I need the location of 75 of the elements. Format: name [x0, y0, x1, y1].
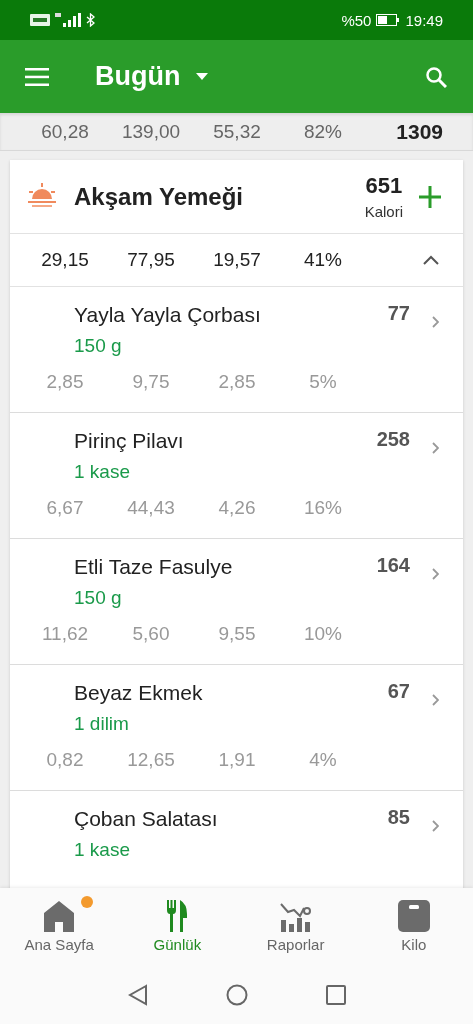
chevron-icon [432, 316, 439, 328]
chevron-icon [432, 568, 439, 580]
chevron-icon[interactable] [423, 255, 439, 265]
nav-tab[interactable]: Raporlar [236, 888, 355, 965]
food-macro: 6,67 [45, 497, 85, 519]
food-quantity: 1 kase [74, 839, 131, 861]
food-name: Beyaz Ekmek [74, 681, 203, 705]
food-quantity: 150 g [74, 335, 123, 357]
food-quantity: 1 kase [74, 461, 131, 483]
battery-icon [376, 14, 401, 26]
food-row[interactable]: Pirinç Pilavı 258 1 kase 6,67 44,43 4,26 16% [10, 413, 463, 539]
meal-total: 29,15 [40, 249, 90, 271]
chevron-icon [432, 694, 439, 706]
food-quantity: 1 dilim [74, 713, 130, 735]
meal-calories: 651 [365, 173, 403, 199]
nav-tab[interactable]: Kilo [354, 888, 473, 965]
meal-total: 77,95 [126, 249, 176, 271]
food-macro: 4% [308, 749, 338, 771]
food-row[interactable]: Etli Taze Fasulye 164 150 g 11,62 5,60 9,55 10% [10, 539, 463, 665]
food-macro: 2,85 [217, 371, 257, 393]
summary-value: 82% [303, 120, 343, 143]
bluetooth-icon [86, 13, 95, 27]
home-button-icon[interactable] [225, 983, 248, 1006]
summary-value: 139,00 [120, 120, 182, 143]
food-calories: 77 [387, 301, 410, 325]
chart-icon [279, 902, 312, 932]
signal-icon [55, 13, 81, 27]
battery-percent: %50 [341, 11, 372, 29]
volte-icon [30, 14, 50, 26]
menu-icon[interactable] [25, 67, 49, 86]
chevron-icon [432, 820, 439, 832]
food-calories: 258 [376, 427, 410, 451]
food-macro: 9,75 [131, 371, 171, 393]
food-calories: 67 [387, 679, 410, 703]
meal-total: 19,57 [212, 249, 262, 271]
food-macro: 12,65 [126, 749, 176, 771]
nav-tab[interactable]: Ana Sayfa [0, 888, 119, 965]
meal-total: 41% [303, 249, 343, 271]
home-icon [43, 900, 76, 932]
food-macro: 16% [303, 497, 343, 519]
caret-icon[interactable] [196, 73, 209, 80]
fork-knife-icon [166, 900, 189, 932]
food-macro: 44,43 [126, 497, 176, 519]
add-icon[interactable] [419, 185, 441, 208]
date-selector[interactable]: Bugün [95, 61, 181, 92]
search-icon[interactable] [425, 65, 447, 88]
food-macro: 0,82 [45, 749, 85, 771]
food-macro: 1,91 [217, 749, 257, 771]
food-calories: 85 [387, 805, 410, 829]
food-calories: 164 [376, 553, 410, 577]
food-macro: 11,62 [40, 623, 90, 645]
food-macro: 10% [303, 623, 343, 645]
nav-tab[interactable]: Günlük [118, 888, 237, 965]
scale-icon [397, 900, 430, 932]
summary-value: 55,32 [212, 120, 262, 143]
food-name: Pirinç Pilavı [74, 429, 184, 453]
food-name: Çoban Salatası [74, 807, 218, 831]
back-icon[interactable] [127, 983, 148, 1006]
food-name: Yayla Yayla Çorbası [74, 303, 261, 327]
food-macro: 9,55 [217, 623, 257, 645]
food-macro: 5% [308, 371, 338, 393]
recents-icon[interactable] [325, 984, 346, 1005]
food-row[interactable]: Yayla Yayla Çorbası 77 150 g 2,85 9,75 2,85 5% [10, 287, 463, 413]
food-row[interactable]: Beyaz Ekmek 67 1 dilim 0,82 12,65 1,91 4% [10, 665, 463, 791]
summary-value: 60,28 [40, 120, 90, 143]
clock: 19:49 [405, 11, 443, 29]
total-calories: 1309 [396, 119, 443, 144]
meal-title: Akşam Yemeği [74, 182, 243, 211]
food-macro: 2,85 [45, 371, 85, 393]
calories-label: Kalori [364, 203, 403, 220]
food-quantity: 150 g [74, 587, 123, 609]
chevron-icon [432, 442, 439, 454]
food-macro: 4,26 [217, 497, 257, 519]
food-name: Etli Taze Fasulye [74, 555, 233, 579]
food-macro: 5,60 [131, 623, 171, 645]
